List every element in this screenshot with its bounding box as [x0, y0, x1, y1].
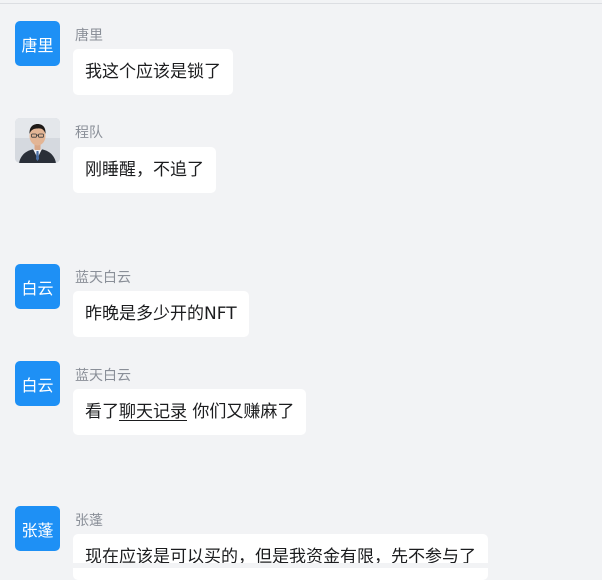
sender-name: 唐里	[75, 28, 103, 44]
message-bubble[interactable]: 现在应该是可以买的，但是我资金有限，先不参与了	[73, 534, 488, 580]
chat-history-link[interactable]: 聊天记录	[119, 402, 187, 422]
message-bubble[interactable]: 看了聊天记录 你们又赚麻了	[73, 389, 307, 435]
avatar-initials: 白云	[21, 375, 54, 395]
message-text: 看了	[85, 402, 119, 422]
person-photo-icon	[15, 118, 60, 163]
avatar[interactable]	[15, 118, 60, 163]
avatar[interactable]: 白云	[15, 264, 60, 309]
sender-name: 张蓬	[75, 513, 103, 529]
sender-name: 程队	[75, 125, 103, 141]
avatar-initials: 张蓬	[21, 520, 54, 540]
message-text: 你们又赚麻了	[187, 402, 295, 422]
message-bubble[interactable]: 我这个应该是锁了	[73, 49, 233, 95]
top-divider	[0, 3, 602, 4]
sender-name: 蓝天白云	[75, 270, 131, 286]
avatar-initials: 白云	[21, 278, 54, 298]
message-bubble[interactable]: 刚睡醒，不追了	[73, 147, 216, 193]
message-bubble[interactable]: 昨晚是多少开的NFT	[73, 291, 249, 337]
viewport-clip	[0, 563, 602, 568]
avatar[interactable]: 白云	[15, 361, 60, 406]
sender-name: 蓝天白云	[75, 368, 131, 384]
avatar-initials: 唐里	[21, 35, 54, 55]
avatar[interactable]: 张蓬	[15, 506, 60, 551]
avatar[interactable]: 唐里	[15, 21, 60, 66]
